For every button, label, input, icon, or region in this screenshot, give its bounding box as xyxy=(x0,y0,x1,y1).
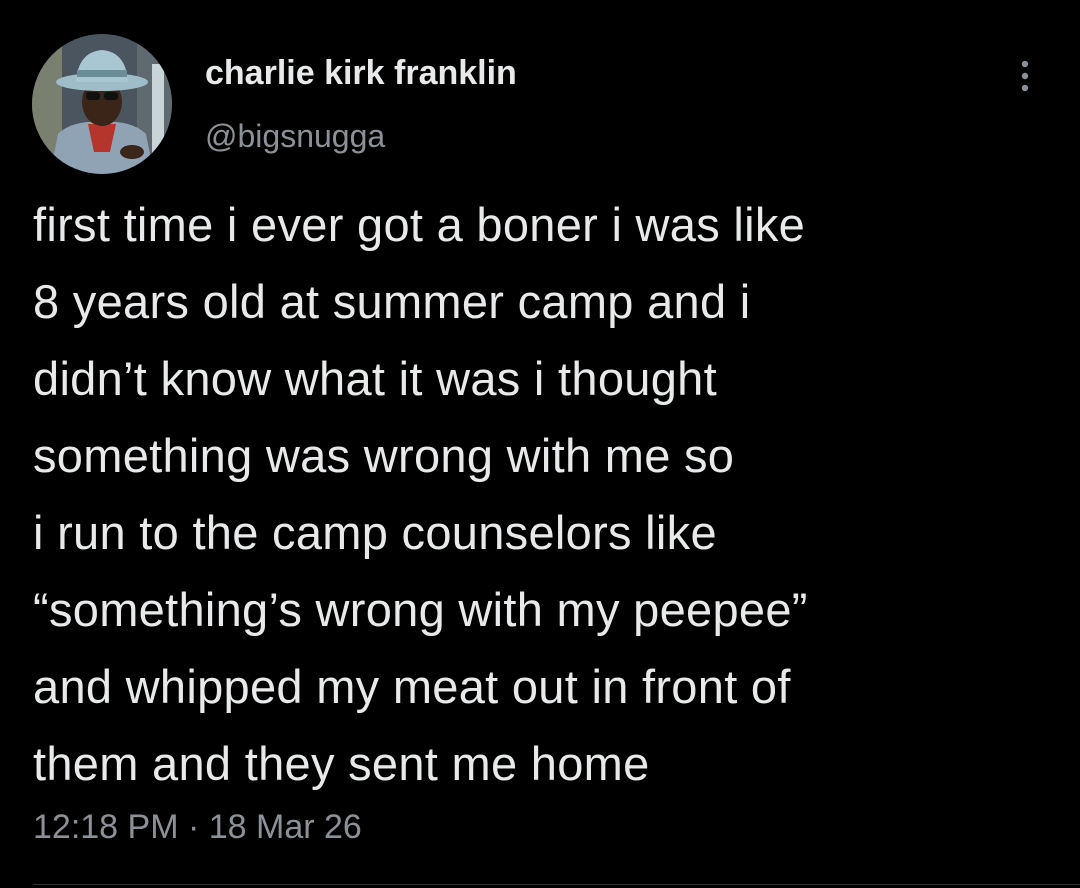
avatar[interactable] xyxy=(32,34,172,174)
divider xyxy=(33,884,1080,885)
user-handle[interactable]: @bigsnugga xyxy=(205,118,385,155)
avatar-image xyxy=(32,34,172,174)
meta-separator: · xyxy=(178,808,209,846)
tweet-text: first time i ever got a boner i was like… xyxy=(33,198,808,790)
tweet-date[interactable]: 18 Mar 26 xyxy=(209,808,362,846)
display-name[interactable]: charlie kirk franklin xyxy=(205,54,517,93)
tweet-card: charlie kirk franklin @bigsnugga first t… xyxy=(0,0,1080,888)
more-options-glyph xyxy=(1021,60,1029,92)
tweet-time[interactable]: 12:18 PM xyxy=(33,808,179,846)
more-options-icon[interactable] xyxy=(1010,58,1040,94)
tweet-timestamp: 12:18 PM · 18 Mar 26 xyxy=(33,808,362,847)
